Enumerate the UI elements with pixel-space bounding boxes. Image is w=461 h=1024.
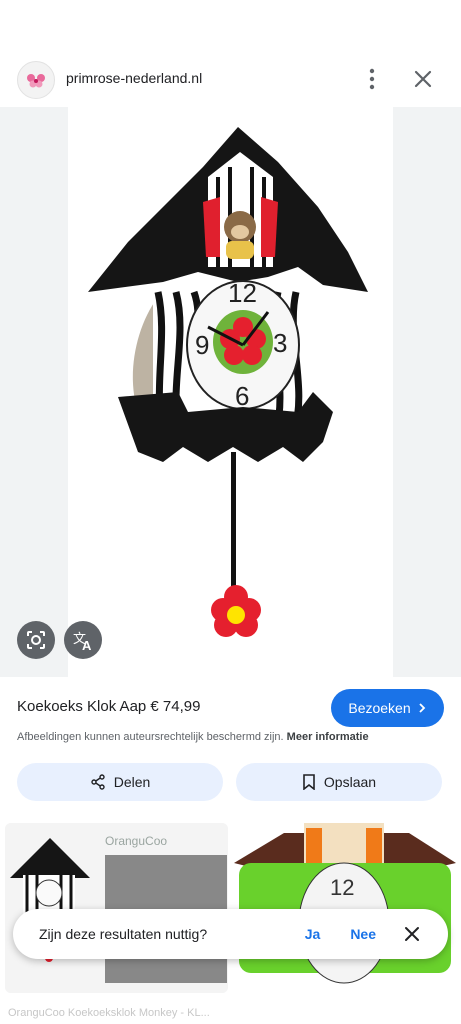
feedback-question: Zijn deze resultaten nuttig? bbox=[39, 926, 208, 942]
clock-number-3: 3 bbox=[273, 328, 287, 358]
feedback-close-icon[interactable] bbox=[404, 926, 420, 942]
thumbnail-1-image: OranguCoo bbox=[5, 823, 228, 993]
feedback-bar: Zijn deze resultaten nuttig? Ja Nee bbox=[13, 909, 448, 959]
thumbnail-1-caption: OranguCoo Koekoeksklok Monkey - KL... bbox=[8, 1007, 210, 1019]
thumbnail-1-brand: OranguCoo bbox=[105, 834, 167, 848]
pendulum-flower bbox=[211, 585, 261, 637]
visit-label: Bezoeken bbox=[348, 700, 411, 716]
share-button[interactable]: Delen bbox=[17, 763, 223, 801]
cuckoo-clock-illustration: 12 3 6 9 bbox=[88, 127, 368, 637]
feedback-no-button[interactable]: Nee bbox=[350, 926, 376, 942]
site-favicon bbox=[17, 61, 55, 99]
related-result-1[interactable]: OranguCoo bbox=[5, 823, 228, 993]
google-lens-icon[interactable] bbox=[17, 621, 55, 659]
clock-number-9: 9 bbox=[195, 330, 209, 360]
related-result-2[interactable]: 12 bbox=[234, 823, 456, 993]
thumbnail-2-image: 12 bbox=[234, 823, 456, 993]
bookmark-icon bbox=[303, 774, 315, 790]
svg-text:A: A bbox=[82, 638, 92, 653]
share-icon bbox=[91, 774, 105, 790]
close-icon[interactable] bbox=[410, 66, 436, 92]
feedback-yes-button[interactable]: Ja bbox=[305, 926, 321, 942]
save-button[interactable]: Opslaan bbox=[236, 763, 442, 801]
copyright-notice: Afbeeldingen kunnen auteursrechtelijk be… bbox=[17, 731, 457, 743]
copyright-text: Afbeeldingen kunnen auteursrechtelijk be… bbox=[17, 731, 284, 743]
thumbnail-2-clock-number: 12 bbox=[330, 875, 354, 900]
product-image[interactable]: 12 3 6 9 bbox=[68, 107, 393, 677]
flower-favicon-icon bbox=[27, 74, 45, 88]
save-label: Opslaan bbox=[323, 774, 377, 790]
more-vert-icon[interactable] bbox=[360, 66, 384, 92]
translate-icon[interactable]: 文 A bbox=[64, 621, 102, 659]
clock-number-6: 6 bbox=[235, 381, 249, 411]
visit-button[interactable]: Bezoeken bbox=[331, 689, 444, 727]
site-name[interactable]: primrose-nederland.nl bbox=[66, 70, 202, 86]
clock-number-12: 12 bbox=[228, 278, 257, 308]
share-label: Delen bbox=[113, 774, 151, 790]
more-info-link[interactable]: Meer informatie bbox=[287, 731, 369, 743]
chevron-right-icon bbox=[419, 703, 425, 713]
product-title: Koekoeks Klok Aap € 74,99 bbox=[17, 698, 201, 715]
